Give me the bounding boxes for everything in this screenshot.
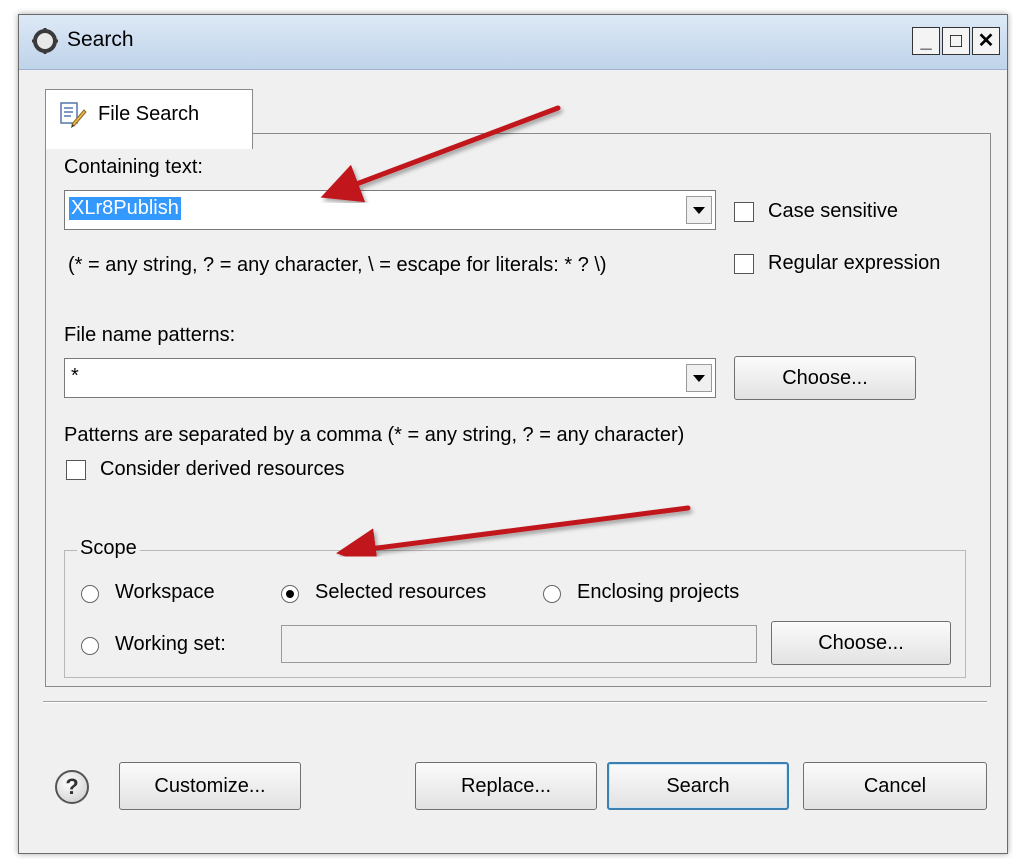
- file-name-patterns-value[interactable]: *: [71, 365, 79, 388]
- working-set-radio[interactable]: [81, 637, 99, 655]
- working-set-field: [281, 625, 757, 663]
- replace-button[interactable]: Replace...: [415, 762, 597, 810]
- regular-expression-checkbox[interactable]: [734, 254, 754, 274]
- close-button[interactable]: ✕: [972, 27, 1000, 55]
- customize-button[interactable]: Customize...: [119, 762, 301, 810]
- file-search-panel: Containing text: XLr8Publish Case sensit…: [45, 133, 991, 687]
- file-patterns-choose-button[interactable]: Choose...: [734, 356, 916, 400]
- search-button[interactable]: Search: [607, 762, 789, 810]
- file-search-icon: [60, 102, 87, 128]
- scope-group: Scope Workspace Selected resources Enclo…: [64, 537, 966, 678]
- enclosing-projects-label[interactable]: Enclosing projects: [577, 581, 739, 604]
- chevron-down-icon[interactable]: [686, 196, 712, 224]
- minimize-button[interactable]: _: [912, 27, 940, 55]
- regular-expression-label[interactable]: Regular expression: [768, 252, 940, 275]
- working-set-label[interactable]: Working set:: [115, 633, 226, 656]
- workspace-label[interactable]: Workspace: [115, 581, 215, 604]
- tab-label: File Search: [98, 103, 200, 125]
- case-sensitive-label[interactable]: Case sensitive: [768, 200, 898, 223]
- consider-derived-checkbox[interactable]: [66, 460, 86, 480]
- containing-text-hint: (* = any string, ? = any character, \ = …: [68, 254, 607, 276]
- search-dialog: Search _ □ ✕ File Search Containing text…: [18, 14, 1008, 854]
- file-patterns-hint: Patterns are separated by a comma (* = a…: [64, 424, 685, 446]
- maximize-button[interactable]: □: [942, 27, 970, 55]
- selected-resources-radio[interactable]: [281, 585, 299, 603]
- chevron-down-icon[interactable]: [686, 364, 712, 392]
- file-name-patterns-combo[interactable]: *: [64, 358, 716, 398]
- cancel-button[interactable]: Cancel: [803, 762, 987, 810]
- tab-file-search[interactable]: File Search: [45, 89, 253, 149]
- scope-legend: Scope: [77, 537, 140, 560]
- working-set-choose-button[interactable]: Choose...: [771, 621, 951, 665]
- file-name-patterns-label: File name patterns:: [64, 324, 236, 346]
- enclosing-projects-radio[interactable]: [543, 585, 561, 603]
- containing-text-value[interactable]: XLr8Publish: [69, 197, 181, 220]
- help-icon[interactable]: ?: [55, 770, 89, 804]
- workspace-radio[interactable]: [81, 585, 99, 603]
- separator: [43, 701, 987, 703]
- containing-text-label: Containing text:: [64, 156, 203, 178]
- window-title: Search: [67, 28, 134, 51]
- consider-derived-label[interactable]: Consider derived resources: [100, 458, 345, 481]
- case-sensitive-checkbox[interactable]: [734, 202, 754, 222]
- selected-resources-label[interactable]: Selected resources: [315, 581, 486, 604]
- containing-text-combo[interactable]: XLr8Publish: [64, 190, 716, 230]
- title-bar[interactable]: Search _ □ ✕: [19, 15, 1007, 70]
- eclipse-app-icon: [32, 28, 58, 54]
